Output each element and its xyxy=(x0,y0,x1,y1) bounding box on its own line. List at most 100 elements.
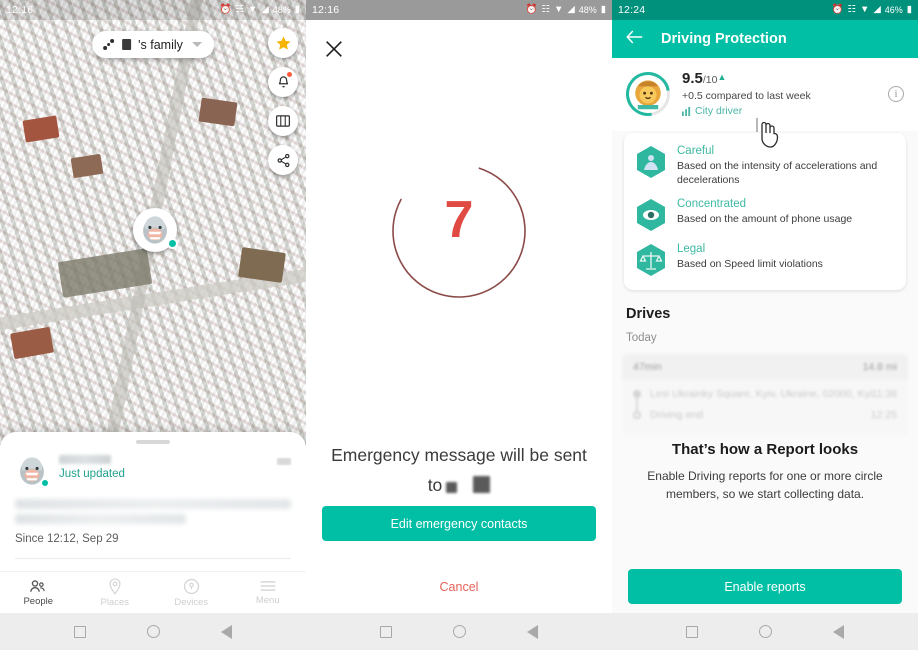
person-status: Just updated xyxy=(59,468,125,480)
person-address-redacted xyxy=(15,499,291,524)
notification-badge xyxy=(287,72,292,77)
cancel-button[interactable]: Cancel xyxy=(306,580,612,594)
vibrate-icon: ☷ xyxy=(847,4,857,16)
criterion-desc: Based on the amount of phone usage xyxy=(677,213,853,225)
drive-summary: 47min 14.8 mi xyxy=(622,354,908,380)
bottom-tab-bar: People Places Devices Menu xyxy=(0,571,306,613)
map-action-buttons xyxy=(268,28,298,175)
arrow-left-icon[interactable] xyxy=(626,30,643,49)
bar-chart-icon xyxy=(682,106,691,116)
tab-label: People xyxy=(23,595,54,607)
edit-emergency-contacts-button[interactable]: Edit emergency contacts xyxy=(322,506,596,541)
stop-time: 12:25 xyxy=(870,408,897,421)
battery-badge xyxy=(277,458,291,465)
sos-message-line1: Emergency message will be sent xyxy=(331,445,587,465)
drives-heading: Drives xyxy=(626,306,671,322)
android-nav-bar xyxy=(612,613,918,650)
driver-type-label: City driver xyxy=(695,105,743,117)
score-arc xyxy=(617,62,679,125)
sos-content: 7 Emergency message will be sent to Edit… xyxy=(306,20,612,613)
tab-places[interactable]: Places xyxy=(77,577,154,608)
wifi-icon: ▼ xyxy=(554,4,564,16)
drives-day-label: Today xyxy=(626,332,657,344)
tab-menu[interactable]: Menu xyxy=(230,579,307,606)
list-item[interactable]: Just updated xyxy=(0,444,306,488)
status-bar: 12:16 ⏰ ☷ ▼ ◢ 48% ▮ xyxy=(0,0,306,20)
tab-label: Devices xyxy=(174,596,209,608)
meditation-hexagon-icon xyxy=(636,145,666,179)
triangle-back-icon[interactable] xyxy=(526,624,538,639)
triangle-back-icon[interactable] xyxy=(220,624,232,639)
panel-emergency-countdown: 12:16 ⏰ ☷ ▼ ◢ 48% ▮ 7 Emergency message … xyxy=(306,0,612,650)
square-icon[interactable] xyxy=(74,625,87,638)
status-bar: 12:16 ⏰ ☷ ▼ ◢ 48% ▮ xyxy=(306,0,612,20)
criterion-title: Concentrated xyxy=(677,198,747,210)
criteria-card: Careful Based on the intensity of accele… xyxy=(624,133,906,290)
status-bar: 12:24 ⏰ ☷ ▼ ◢ 46% ▮ xyxy=(612,0,918,20)
onboarding-body: Enable Driving reports for one or more c… xyxy=(647,469,883,501)
online-status-dot xyxy=(40,478,50,488)
triangle-back-icon[interactable] xyxy=(832,624,844,639)
countdown-number: 7 xyxy=(444,191,474,249)
map-user-pin[interactable] xyxy=(133,208,178,252)
eye-hexagon-icon xyxy=(636,198,666,232)
sos-message: Emergency message will be sent to xyxy=(328,440,590,500)
drive-stops: Lesi Ukrainky Square, Kyiv, Ukraine, 020… xyxy=(622,380,908,435)
stop-label: Lesi Ukrainky Square, Kyiv, Ukraine, 020… xyxy=(650,387,872,400)
signal-icon: ◢ xyxy=(873,4,881,16)
scales-hexagon-icon xyxy=(636,243,666,277)
circle-selector-pill[interactable]: 's family xyxy=(92,31,214,58)
square-icon[interactable] xyxy=(380,625,393,638)
status-time: 12:16 xyxy=(312,4,340,16)
vibrate-icon: ☷ xyxy=(235,4,245,16)
star-icon[interactable] xyxy=(268,28,298,58)
tab-devices[interactable]: Devices xyxy=(153,578,230,608)
wifi-icon: ▼ xyxy=(248,4,258,16)
enable-reports-button[interactable]: Enable reports xyxy=(628,569,902,604)
page-title: Driving Protection xyxy=(661,31,787,47)
tab-label: Menu xyxy=(255,595,280,606)
wifi-icon: ▼ xyxy=(860,4,870,16)
signal-icon: ◢ xyxy=(261,4,269,16)
battery-percent: 48% xyxy=(578,5,597,15)
driver-type-tag: City driver xyxy=(682,105,811,117)
stop-label: Driving end xyxy=(650,408,704,421)
share-icon[interactable] xyxy=(268,145,298,175)
criterion-concentrated: Concentrated Based on the amount of phon… xyxy=(636,198,892,232)
onboarding-title: That’s how a Report looks xyxy=(671,441,859,458)
circle-icon[interactable] xyxy=(452,625,466,638)
alarm-icon: ⏰ xyxy=(219,4,232,16)
stop-time: 11:38 xyxy=(871,387,898,400)
score-comparison: +0.5 compared to last week xyxy=(682,90,811,102)
recipient-redacted xyxy=(446,482,458,493)
circle-name-redacted xyxy=(122,39,132,50)
status-time: 12:16 xyxy=(6,4,34,16)
map-layers-icon[interactable] xyxy=(268,106,298,136)
person-name-redacted xyxy=(59,455,111,464)
bell-icon[interactable] xyxy=(268,67,298,97)
close-icon[interactable] xyxy=(323,38,345,60)
criterion-desc: Based on Speed limit violations xyxy=(677,258,823,270)
alarm-icon: ⏰ xyxy=(831,4,844,16)
android-nav-bar xyxy=(306,613,612,650)
triangle-up-icon: ▲ xyxy=(717,72,727,82)
score-value: 9.5 xyxy=(682,70,703,87)
battery-icon: ▮ xyxy=(294,4,300,16)
battery-icon: ▮ xyxy=(600,4,606,16)
tab-people[interactable]: People xyxy=(0,579,77,607)
circle-name-label: 's family xyxy=(138,37,183,52)
square-icon[interactable] xyxy=(686,625,699,638)
criterion-title: Legal xyxy=(677,243,706,255)
circle-icon[interactable] xyxy=(758,625,772,638)
battery-percent: 46% xyxy=(884,5,903,15)
drive-card[interactable]: 47min 14.8 mi Lesi Ukrainky Square, Kyiv… xyxy=(622,354,908,435)
battery-icon: ▮ xyxy=(906,4,912,16)
status-time: 12:24 xyxy=(618,4,646,16)
info-icon[interactable]: i xyxy=(888,86,904,102)
panel-driving-protection: 12:24 ⏰ ☷ ▼ ◢ 46% ▮ Driving Protection 9… xyxy=(612,0,918,650)
stop-marker-hollow-icon xyxy=(633,410,641,419)
drive-duration: 47min xyxy=(633,361,662,373)
panel-map-people: 12:16 ⏰ ☷ ▼ ◢ 48% ▮ 's family Just updat… xyxy=(0,0,306,650)
three-phone-screenshots: 12:16 ⏰ ☷ ▼ ◢ 48% ▮ 's family Just updat… xyxy=(0,0,918,650)
circle-icon[interactable] xyxy=(146,625,160,638)
